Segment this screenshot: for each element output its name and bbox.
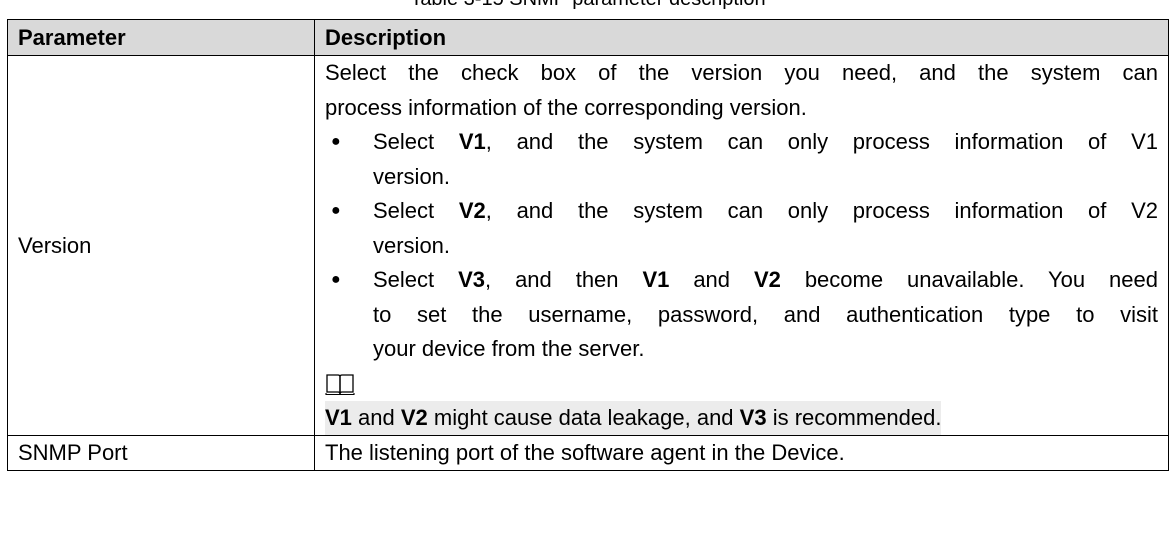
book-note-icon <box>325 367 1158 401</box>
header-description: Description <box>314 19 1169 56</box>
bullet-dot-icon: ● <box>331 133 341 150</box>
header-parameter: Parameter <box>7 19 315 56</box>
bullet-v3: ● Select V3, and then V1 and V2 become u… <box>325 263 1158 367</box>
intro-line-2: process information of the corresponding… <box>325 94 807 120</box>
bullet-dot-icon: ● <box>331 202 341 219</box>
note-text: V1 and V2 might cause data leakage, and … <box>325 400 1158 435</box>
param-snmp-port: SNMP Port <box>7 435 315 471</box>
bullet-dot-icon: ● <box>331 271 341 288</box>
param-version: Version <box>7 55 315 436</box>
snmp-parameter-table: Parameter Description Version Select the… <box>7 19 1169 471</box>
table-row-version: Version Select the check box of the vers… <box>7 55 1169 436</box>
table-caption: Table 3-15 SNMP parameter description <box>0 0 1176 11</box>
desc-version: Select the check box of the version you … <box>314 55 1169 436</box>
intro-line-1: Select the check box of the version you … <box>325 60 1158 85</box>
table-header-row: Parameter Description <box>7 19 1169 56</box>
bullet-v1: ● Select V1, and the system can only pro… <box>325 125 1158 194</box>
bullet-v2: ● Select V2, and the system can only pro… <box>325 194 1158 263</box>
table-row-snmp-port: SNMP Port The listening port of the soft… <box>7 435 1169 471</box>
desc-snmp-port: The listening port of the software agent… <box>314 435 1169 471</box>
